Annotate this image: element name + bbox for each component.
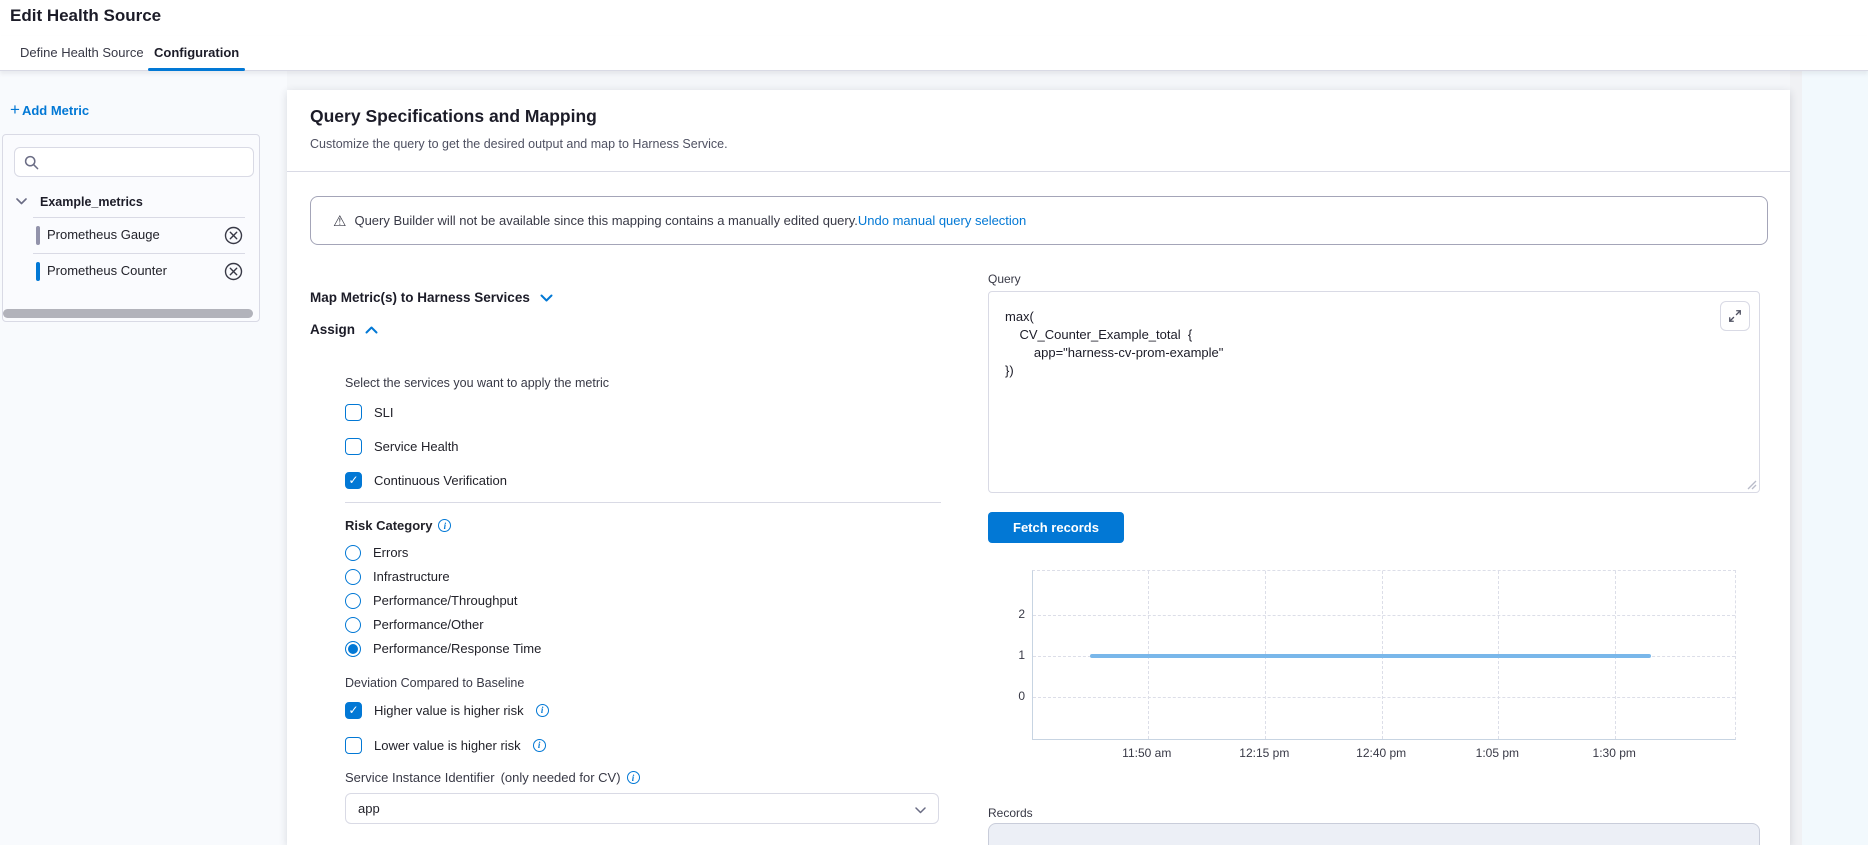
metric-group-row[interactable]: Example_metrics: [3, 187, 259, 216]
metric-search: [14, 147, 254, 177]
assign-divider: [345, 502, 941, 503]
records-container: [988, 823, 1760, 845]
page-title: Edit Health Source: [10, 6, 161, 26]
active-tab-underline: [148, 68, 245, 71]
radio-label: Performance/Throughput: [373, 593, 518, 608]
info-icon[interactable]: i: [627, 771, 640, 784]
metric-search-input[interactable]: [45, 149, 245, 175]
radio-icon: [345, 593, 361, 609]
horizontal-scrollbar[interactable]: [3, 309, 253, 318]
checkbox-label: Lower value is higher risk: [374, 738, 521, 753]
add-metric-label: Add Metric: [22, 103, 89, 118]
chart-plot: 210: [1032, 570, 1736, 740]
radio-performance-response-time[interactable]: Performance/Response Time: [345, 640, 541, 657]
fetch-records-button[interactable]: Fetch records: [988, 512, 1124, 543]
tab-configuration-label: Configuration: [154, 45, 239, 60]
radio-icon: [345, 617, 361, 633]
checkbox-label: Service Health: [374, 439, 459, 454]
map-metrics-toggle[interactable]: Map Metric(s) to Harness Services: [310, 290, 553, 305]
radio-icon: [345, 569, 361, 585]
checkbox-label: SLI: [374, 405, 394, 420]
metric-group-name: Example_metrics: [40, 195, 143, 209]
select-value: app: [358, 801, 380, 816]
checkbox-label: Higher value is higher risk: [374, 703, 524, 718]
checkbox-icon: [345, 438, 362, 455]
chevron-up-icon: [365, 326, 378, 334]
search-icon: [24, 155, 39, 170]
query-builder-warning: ⚠ Query Builder will not be available si…: [310, 196, 1768, 245]
remove-metric-icon[interactable]: [224, 226, 243, 245]
metric-selected-bar: [36, 262, 40, 281]
chevron-down-icon: [915, 807, 926, 814]
checkbox-icon: [345, 404, 362, 421]
section-heading: Query Specifications and Mapping: [310, 106, 597, 127]
tab-configuration[interactable]: Configuration: [148, 36, 245, 70]
metric-item-label: Prometheus Counter: [47, 263, 167, 278]
checkbox-icon: [345, 737, 362, 754]
metric-status-bar: [36, 226, 40, 245]
undo-manual-query-link[interactable]: Undo manual query selection: [858, 213, 1026, 228]
metrics-list-panel: Example_metrics Prometheus Gauge Promet: [2, 134, 260, 322]
checkbox-sli[interactable]: SLI: [345, 402, 394, 422]
radio-icon: [345, 545, 361, 561]
tab-bar: Define Health Source Configuration: [0, 36, 1868, 71]
risk-category-label: Risk Category i: [345, 518, 451, 533]
radio-label: Performance/Response Time: [373, 641, 541, 656]
radio-performance-other[interactable]: Performance/Other: [345, 616, 484, 633]
metric-item-prometheus-gauge[interactable]: Prometheus Gauge: [3, 218, 259, 253]
timeseries-chart: 210 11:50 am12:15 pm12:40 pm1:05 pm1:30 …: [988, 560, 1760, 765]
radio-performance-throughput[interactable]: Performance/Throughput: [345, 592, 518, 609]
metric-item-label: Prometheus Gauge: [47, 227, 160, 242]
info-icon[interactable]: i: [533, 739, 546, 752]
radio-label: Infrastructure: [373, 569, 450, 584]
checkbox-checked-icon: [345, 472, 362, 489]
radio-selected-icon: [345, 641, 361, 657]
configuration-panel: Query Specifications and Mapping Customi…: [287, 90, 1790, 845]
remove-metric-icon[interactable]: [224, 262, 243, 281]
records-label: Records: [988, 806, 1033, 820]
query-label: Query: [988, 272, 1021, 286]
radio-infrastructure[interactable]: Infrastructure: [345, 568, 450, 585]
checkbox-label: Continuous Verification: [374, 473, 507, 488]
checkbox-lower-value-higher-risk[interactable]: Lower value is higher risk i: [345, 735, 546, 755]
services-label: Select the services you want to apply th…: [345, 376, 609, 390]
checkbox-checked-icon: [345, 702, 362, 719]
drawer-body: + Add Metric Example_metrics: [0, 71, 1868, 845]
warning-text: Query Builder will not be available sinc…: [354, 213, 857, 228]
checkbox-higher-value-higher-risk[interactable]: Higher value is higher risk i: [345, 700, 549, 720]
service-instance-select[interactable]: app: [345, 793, 939, 824]
warning-icon: ⚠: [333, 212, 346, 230]
assign-label: Assign: [310, 322, 355, 337]
query-code: max( CV_Counter_Example_total { app="har…: [1005, 308, 1223, 380]
info-icon[interactable]: i: [536, 704, 549, 717]
title-bar: Edit Health Source: [0, 0, 1868, 36]
info-icon[interactable]: i: [438, 519, 451, 532]
add-metric-button[interactable]: + Add Metric: [10, 102, 89, 118]
expand-query-button[interactable]: [1720, 301, 1750, 331]
chevron-down-icon: [16, 198, 27, 205]
service-instance-identifier-label: Service Instance Identifier (only needed…: [345, 770, 640, 785]
section-divider: [287, 171, 1790, 172]
map-metrics-label: Map Metric(s) to Harness Services: [310, 290, 530, 305]
drawer-edge-gutter: [1790, 71, 1802, 845]
checkbox-service-health[interactable]: Service Health: [345, 436, 459, 456]
radio-errors[interactable]: Errors: [345, 544, 408, 561]
tab-define-health-source[interactable]: Define Health Source: [14, 36, 150, 70]
radio-label: Errors: [373, 545, 408, 560]
chart-x-labels: 11:50 am12:15 pm12:40 pm1:05 pm1:30 pm: [1032, 746, 1736, 762]
chevron-down-icon: [540, 294, 553, 302]
metrics-sidebar: + Add Metric Example_metrics: [0, 71, 287, 845]
deviation-label: Deviation Compared to Baseline: [345, 676, 524, 690]
radio-label: Performance/Other: [373, 617, 484, 632]
fullscreen-icon: [1728, 309, 1742, 323]
plus-icon: +: [10, 102, 20, 118]
metric-item-prometheus-counter[interactable]: Prometheus Counter: [3, 254, 259, 289]
resize-grip[interactable]: [1745, 478, 1757, 490]
assign-toggle[interactable]: Assign: [310, 322, 378, 337]
background-page-strip: [1802, 71, 1868, 845]
edit-health-source-drawer: Edit Health Source Define Health Source …: [0, 0, 1868, 845]
checkbox-continuous-verification[interactable]: Continuous Verification: [345, 470, 507, 490]
query-editor[interactable]: max( CV_Counter_Example_total { app="har…: [988, 291, 1760, 493]
section-subheading: Customize the query to get the desired o…: [310, 137, 728, 151]
